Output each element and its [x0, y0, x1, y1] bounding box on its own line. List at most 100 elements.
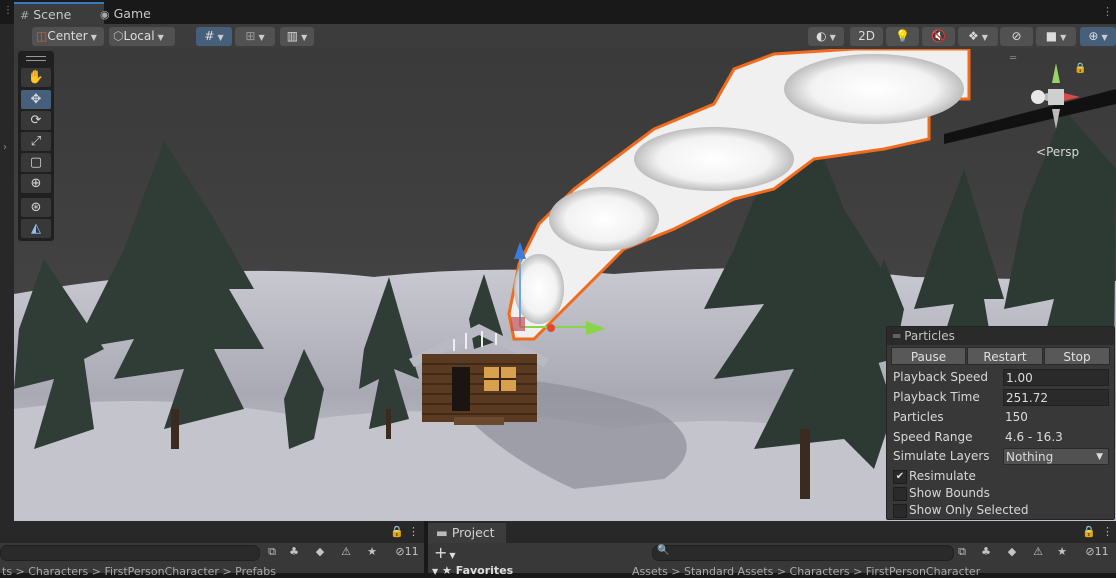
chevron-down-icon: ▼: [90, 33, 97, 42]
gizmos-dropdown[interactable]: ⊕ ▼: [1080, 27, 1116, 46]
restart-button[interactable]: Restart: [967, 347, 1043, 365]
palette-handle[interactable]: [26, 56, 46, 61]
playback-time-field[interactable]: 251.72: [1003, 389, 1109, 406]
hand-tool-button[interactable]: ✋: [21, 68, 51, 87]
chevron-down-icon: ▼: [432, 567, 439, 576]
particles-count-label: Particles: [893, 410, 944, 424]
tab-project[interactable]: ▬ Project: [428, 523, 506, 543]
particles-overlay: ═ Particles Pause Restart Stop Playback S…: [886, 326, 1115, 520]
scene-visibility-toggle[interactable]: ⊘: [1000, 27, 1033, 46]
effects-dropdown[interactable]: ❖ ▼: [958, 27, 998, 46]
simulate-layers-dropdown[interactable]: Nothing ▼: [1003, 448, 1109, 465]
pivot-rotation-dropdown[interactable]: ⬡Local ▼: [109, 27, 175, 46]
more-options-icon[interactable]: ⋮: [408, 525, 419, 538]
show-bounds-checkbox[interactable]: [893, 487, 907, 501]
scale-icon: ⤢: [30, 134, 42, 149]
search-by-type-icon[interactable]: ⧉: [954, 544, 970, 560]
search-by-type-icon[interactable]: ⧉: [264, 544, 280, 560]
rect-icon: ▢: [29, 155, 43, 170]
eye-hidden-icon: ⊘: [1011, 29, 1022, 43]
perspective-label[interactable]: <Persp: [1036, 145, 1079, 159]
chevron-right-icon[interactable]: ›: [3, 142, 7, 153]
dots-menu-icon[interactable]: ⋮: [3, 5, 13, 16]
tool-palette: ✋ ✥ ⟳ ⤢ ▢ ⊕ ⊛ ◭: [18, 51, 54, 241]
hidden-count-badge[interactable]: ⊘11: [390, 544, 424, 560]
eye-hidden-icon: ⊘: [395, 545, 405, 558]
2d-mode-toggle[interactable]: 2D: [850, 27, 883, 46]
stop-button[interactable]: Stop: [1044, 347, 1110, 365]
rect-tool-button[interactable]: ▢: [21, 153, 51, 172]
particle-tool-button[interactable]: ◭: [21, 219, 51, 238]
show-only-selected-checkbox[interactable]: [893, 504, 907, 518]
label-icon[interactable]: ◆: [312, 544, 328, 560]
tab-scene[interactable]: # Scene: [14, 2, 104, 26]
transform-tool-button[interactable]: ⊕: [21, 174, 51, 193]
chevron-down-icon: ▼: [449, 551, 456, 560]
move-tool-button[interactable]: ✥: [21, 90, 51, 109]
chevron-down-icon: ▼: [1101, 33, 1108, 42]
lock-icon[interactable]: 🔒: [1074, 63, 1086, 74]
snap-icon: ⊞: [245, 29, 256, 43]
hidden-count-badge[interactable]: ⊘11: [1080, 544, 1114, 560]
filter-icon[interactable]: ♣: [978, 544, 994, 560]
left-panel-header: 🔒 ⋮: [0, 521, 424, 543]
star-icon[interactable]: ★: [364, 544, 380, 560]
pause-button[interactable]: Pause: [891, 347, 966, 365]
filter-icon[interactable]: ♣: [286, 544, 302, 560]
star-icon[interactable]: ★: [1054, 544, 1070, 560]
chevron-down-icon: ▼: [217, 33, 224, 42]
chevron-down-icon: ▼: [1060, 33, 1067, 42]
ruler-snap-toggle[interactable]: ▥ ▼: [280, 27, 314, 46]
rotate-tool-button[interactable]: ⟳: [21, 111, 51, 130]
chevron-down-icon: ▼: [981, 33, 988, 42]
grid-snap-icon: #: [204, 29, 215, 43]
folder-icon: ▬: [436, 525, 448, 540]
custom-tool-button[interactable]: ⊛: [21, 198, 51, 217]
resimulate-checkbox[interactable]: ✔: [893, 470, 907, 484]
project-search-input[interactable]: 🔍: [652, 545, 954, 561]
custom-tool-icon: ⊛: [30, 200, 42, 215]
ruler-icon: ▥: [286, 29, 299, 43]
chevron-down-icon: ▼: [1096, 452, 1103, 462]
particle-editor-icon: ◭: [31, 221, 41, 236]
drag-handle-icon: ═: [893, 329, 901, 343]
favorites-item[interactable]: ▼ ★ Favorites: [432, 564, 513, 577]
more-options-icon[interactable]: ⋮: [1102, 525, 1113, 538]
lock-icon[interactable]: 🔒: [390, 525, 404, 538]
lighting-toggle[interactable]: 💡: [886, 27, 919, 46]
playback-speed-label: Playback Speed: [893, 370, 988, 384]
more-options-icon[interactable]: ⋮: [1102, 5, 1113, 18]
pivot-mode-dropdown[interactable]: ◫Center ▼: [32, 27, 104, 46]
rotate-icon: ⟳: [30, 113, 42, 128]
gamepad-icon: ◉: [100, 8, 110, 21]
playback-time-label: Playback Time: [893, 390, 980, 404]
chevron-down-icon: ▼: [829, 33, 836, 42]
add-asset-button[interactable]: + ▼: [434, 543, 456, 562]
playback-speed-field[interactable]: 1.00: [1003, 369, 1109, 386]
left-search-input[interactable]: [0, 545, 260, 561]
label-icon[interactable]: ◆: [1004, 544, 1020, 560]
audio-toggle[interactable]: 🔇: [922, 27, 955, 46]
dots-menu-icon[interactable]: ═: [1010, 53, 1016, 64]
increment-snap-toggle[interactable]: ⊞ ▼: [235, 27, 275, 46]
orientation-gizmo[interactable]: 🔒: [1026, 61, 1086, 133]
lock-icon[interactable]: 🔒: [1082, 525, 1096, 538]
scene-toolbar: ◫Center ▼ ⬡Local ▼ # ▼ ⊞ ▼ ▥ ▼ ◐ ▼ 2D 💡 🔇 ❖ ▼ ⊘…: [14, 24, 1116, 50]
tab-game[interactable]: ◉ Game: [94, 3, 172, 24]
draw-mode-dropdown[interactable]: ◐ ▼: [808, 27, 844, 46]
particles-title-bar[interactable]: ═ Particles: [887, 327, 1114, 345]
warning-icon[interactable]: ⚠: [338, 544, 354, 560]
checkmark-icon: ✔: [895, 471, 905, 482]
camera-icon: ■: [1045, 29, 1058, 43]
speaker-muted-icon: 🔇: [931, 29, 946, 43]
warning-icon[interactable]: ⚠: [1030, 544, 1046, 560]
scale-tool-button[interactable]: ⤢: [21, 132, 51, 151]
chevron-down-icon: ▼: [301, 33, 308, 42]
effects-icon: ❖: [968, 29, 979, 43]
hand-icon: ✋: [27, 70, 45, 85]
left-gutter: ›: [0, 24, 14, 521]
grid-snap-toggle[interactable]: # ▼: [196, 27, 232, 46]
cube-icon: ⬡: [113, 29, 124, 43]
camera-dropdown[interactable]: ■ ▼: [1036, 27, 1076, 46]
particles-count-value: 150: [1005, 410, 1028, 424]
